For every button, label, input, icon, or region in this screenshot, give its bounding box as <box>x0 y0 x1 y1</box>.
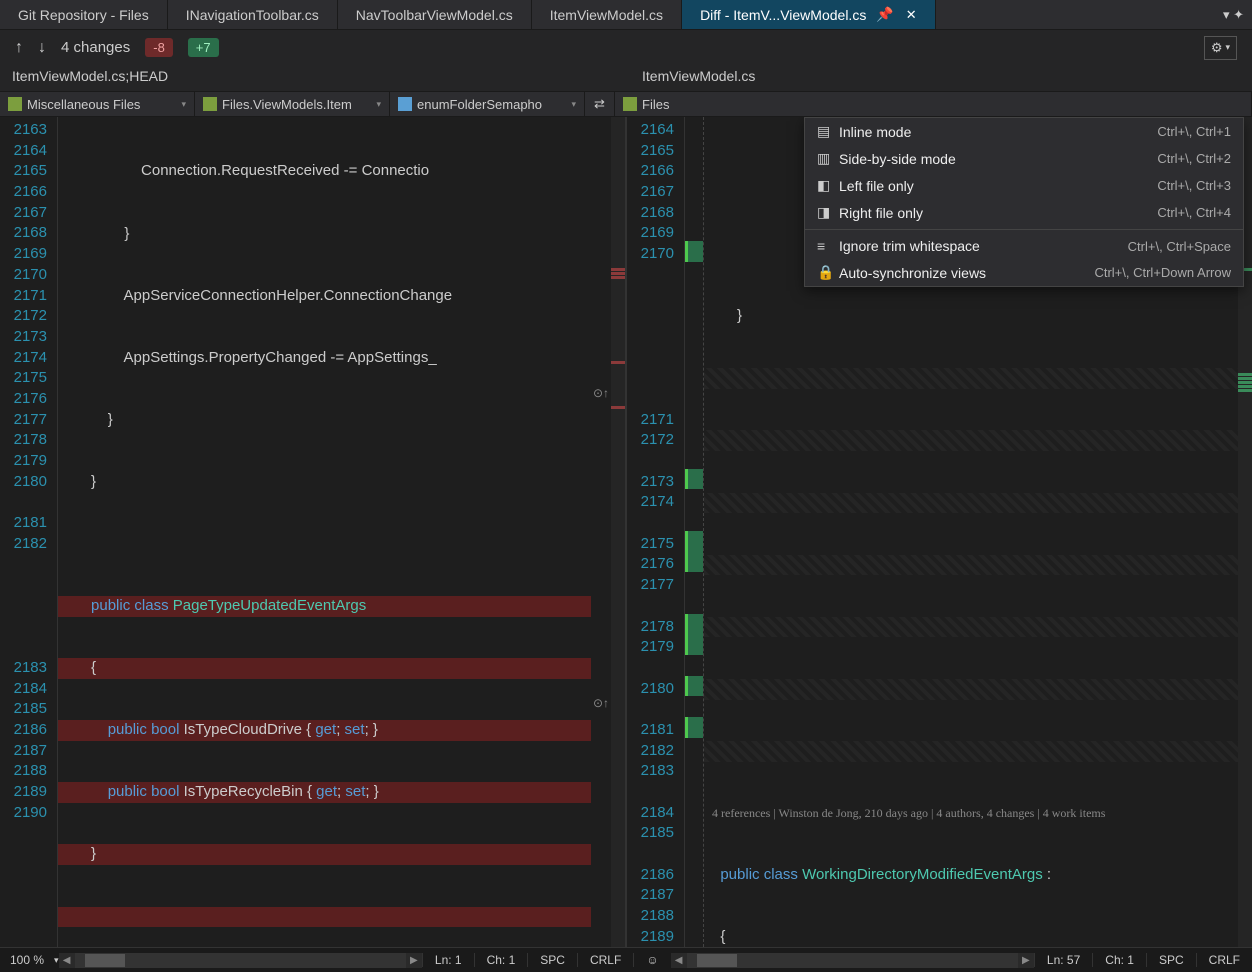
left-code[interactable]: Connection.RequestReceived -= Connectio … <box>58 117 591 947</box>
codelens-work[interactable]: 4 references | Winston de Jong, 210 days… <box>704 803 1238 824</box>
right-hscroll[interactable]: ◀▶ <box>671 953 1034 968</box>
right-gutter: 2164216521662167216821692170217121722173… <box>627 117 685 947</box>
menu-sbs[interactable]: ▥Side-by-side modeCtrl+\, Ctrl+2 <box>805 145 1243 172</box>
right-icon: ◨ <box>817 204 839 221</box>
combo-class[interactable]: Files.ViewModels.Item▾ <box>195 92 390 116</box>
combo-files[interactable]: Files <box>615 92 1252 116</box>
menu-right[interactable]: ◨Right file onlyCtrl+\, Ctrl+4 <box>805 199 1243 226</box>
status-bar: 100 % ▾ ◀▶ Ln: 1 Ch: 1 SPC CRLF ☺ ◀▶ Ln:… <box>0 947 1252 972</box>
left-ln: Ln: 1 <box>422 953 474 967</box>
menu-sync[interactable]: 🔒Auto-synchronize viewsCtrl+\, Ctrl+Down… <box>805 259 1243 286</box>
file-headers: ItemViewModel.cs;HEAD ItemViewModel.cs <box>0 65 1252 91</box>
feedback-icon[interactable]: ☺ <box>633 953 670 967</box>
left-minimap[interactable] <box>611 117 625 947</box>
diff-view: 2163216421652166216721682169217021712172… <box>0 117 1252 947</box>
left-ch: Ch: 1 <box>474 953 528 967</box>
changes-count: 4 changes <box>61 39 130 56</box>
tab-git-repo[interactable]: Git Repository - Files <box>0 0 168 29</box>
left-spc: SPC <box>527 953 577 967</box>
right-spc: SPC <box>1146 953 1196 967</box>
menu-trim[interactable]: ≡Ignore trim whitespaceCtrl+\, Ctrl+Spac… <box>805 233 1243 259</box>
tab-diff-label: Diff - ItemV...ViewModel.cs <box>700 7 866 23</box>
menu-inline[interactable]: ▤Inline modeCtrl+\, Ctrl+1 <box>805 118 1243 145</box>
left-pane[interactable]: 2163216421652166216721682169217021712172… <box>0 117 627 947</box>
right-pane[interactable]: 2164216521662167216821692170217121722173… <box>627 117 1252 947</box>
menu-left[interactable]: ◧Left file onlyCtrl+\, Ctrl+3 <box>805 172 1243 199</box>
gear-icon: ⚙ <box>1211 40 1223 56</box>
combo-project[interactable]: Miscellaneous Files▾ <box>0 92 195 116</box>
tab-itemvm[interactable]: ItemViewModel.cs <box>532 0 682 29</box>
right-ln: Ln: 57 <box>1034 953 1092 967</box>
trim-icon: ≡ <box>817 238 839 254</box>
combo-swap[interactable]: ⇄ <box>585 92 615 116</box>
left-gutter: 2163216421652166216721682169217021712172… <box>0 117 58 947</box>
removed-badge: -8 <box>145 38 173 57</box>
right-file-header: ItemViewModel.cs <box>622 65 1252 91</box>
left-icon: ◧ <box>817 177 839 194</box>
sbs-icon: ▥ <box>817 150 839 167</box>
lock-icon: 🔒 <box>817 264 839 281</box>
pin-icon[interactable]: 📌 <box>876 6 893 23</box>
right-ch: Ch: 1 <box>1092 953 1146 967</box>
close-icon[interactable]: ✕ <box>906 7 917 23</box>
tab-navvm[interactable]: NavToolbarViewModel.cs <box>338 0 532 29</box>
combo-member[interactable]: enumFolderSemapho▾ <box>390 92 585 116</box>
left-hscroll[interactable]: ◀▶ <box>59 953 422 968</box>
right-crlf: CRLF <box>1196 953 1252 967</box>
added-badge: +7 <box>188 38 219 57</box>
tab-bar: Git Repository - Files INavigationToolba… <box>0 0 1252 30</box>
settings-button[interactable]: ⚙▾ <box>1204 36 1237 60</box>
inline-icon: ▤ <box>817 123 839 140</box>
next-change-button[interactable]: ↓ <box>38 39 46 57</box>
prev-change-button[interactable]: ↑ <box>15 39 23 57</box>
tab-inav[interactable]: INavigationToolbar.cs <box>168 0 338 29</box>
right-markers <box>685 117 703 947</box>
zoom-level[interactable]: 100 % <box>0 953 54 967</box>
left-indicators: ⊙↑⊙↑ <box>591 117 611 947</box>
menu-sep <box>805 229 1243 230</box>
diff-toolbar: ↑ ↓ 4 changes -8 +7 ⚙▾ <box>0 30 1252 65</box>
tab-overflow-button[interactable]: ▾ ✦ <box>1215 0 1252 29</box>
left-crlf: CRLF <box>577 953 633 967</box>
view-mode-menu: ▤Inline modeCtrl+\, Ctrl+1 ▥Side-by-side… <box>804 117 1244 287</box>
navigation-combos: Miscellaneous Files▾ Files.ViewModels.It… <box>0 91 1252 117</box>
tab-diff[interactable]: Diff - ItemV...ViewModel.cs 📌 ✕ <box>682 0 936 29</box>
left-file-header: ItemViewModel.cs;HEAD <box>0 65 622 91</box>
